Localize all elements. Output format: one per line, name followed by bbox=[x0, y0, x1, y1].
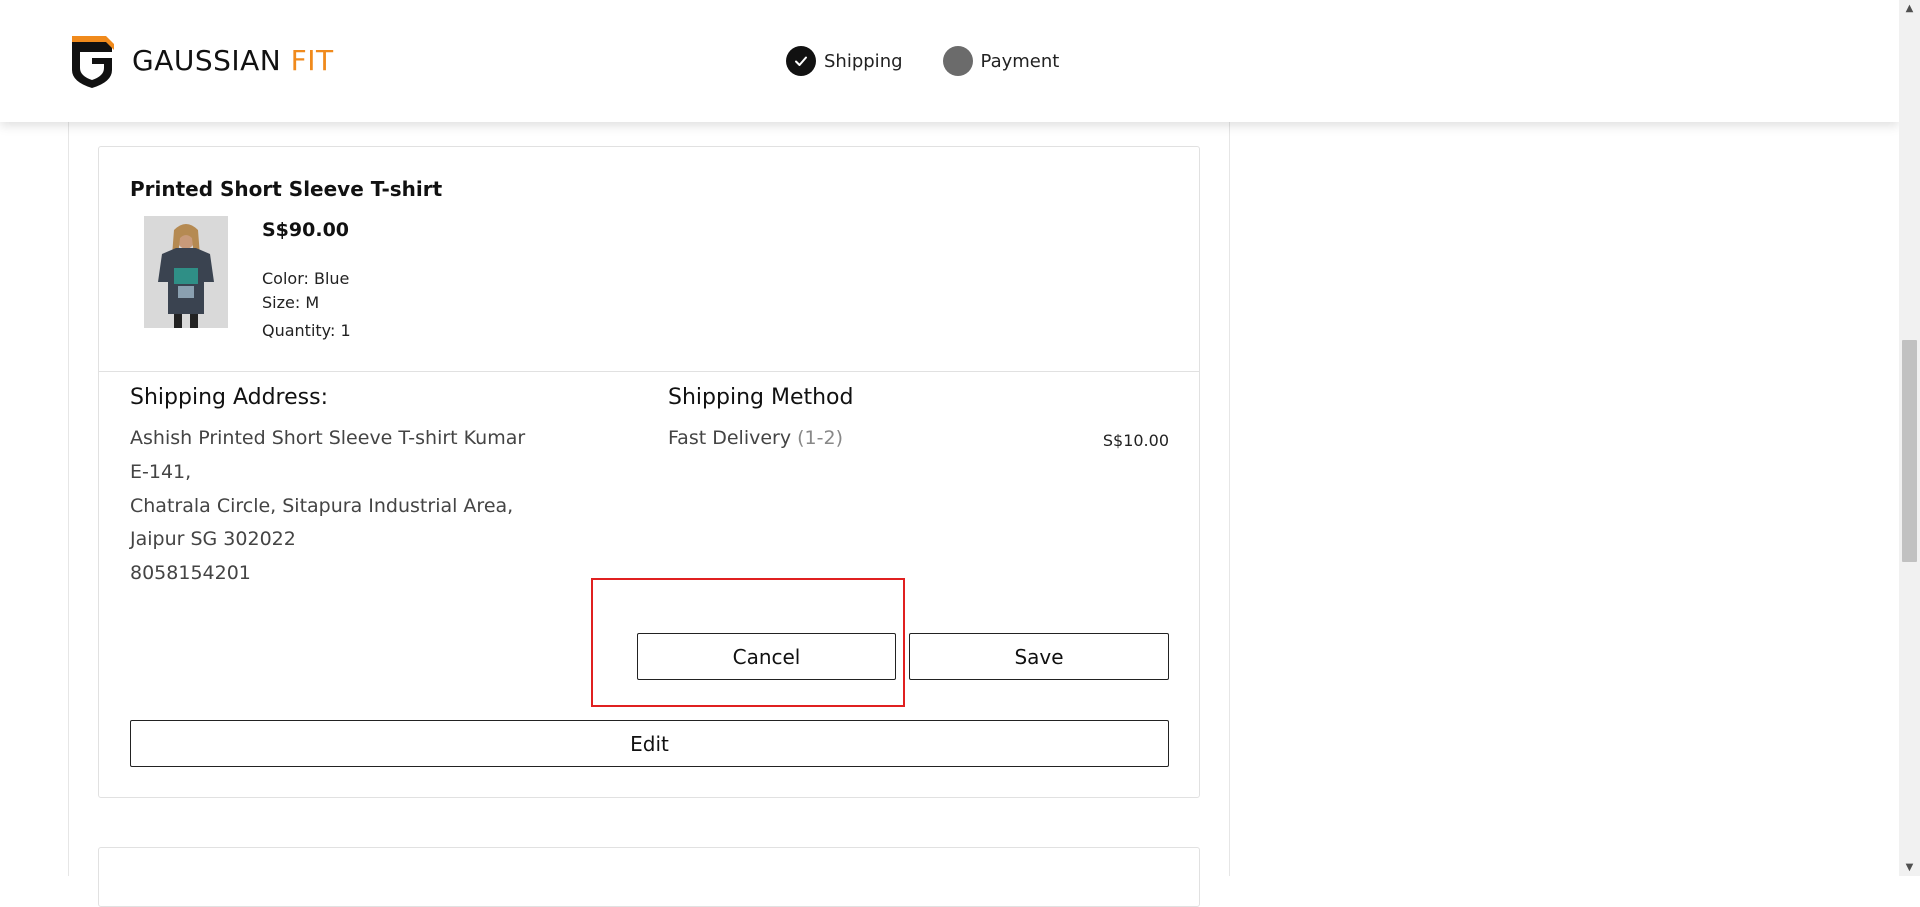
checkout-steps: Shipping Payment bbox=[786, 46, 1099, 76]
shipping-method-days: (1-2) bbox=[797, 427, 843, 449]
step-payment-label: Payment bbox=[980, 50, 1060, 72]
step-shipping[interactable]: Shipping bbox=[786, 46, 903, 76]
save-button[interactable]: Save bbox=[909, 633, 1169, 680]
product-price: S$90.00 bbox=[262, 219, 350, 241]
gaussian-fit-logo-icon bbox=[72, 36, 114, 88]
product-color: Color: Blue bbox=[262, 269, 350, 288]
tshirt-product-image bbox=[144, 216, 228, 328]
scroll-up-icon[interactable]: ▲ bbox=[1899, 0, 1920, 17]
edit-button[interactable]: Edit bbox=[130, 720, 1169, 767]
address-phone: 8058154201 bbox=[130, 562, 251, 584]
shipping-method-name: Fast Delivery bbox=[668, 427, 798, 449]
address-line: E-141, bbox=[130, 461, 192, 483]
product-title: Printed Short Sleeve T-shirt bbox=[130, 177, 443, 201]
brand-name: GAUSSIAN FIT bbox=[132, 44, 334, 77]
shipping-method-heading: Shipping Method bbox=[668, 385, 854, 410]
brand-logo[interactable]: GAUSSIAN FIT bbox=[66, 34, 334, 88]
check-icon bbox=[786, 46, 816, 76]
shipping-address-heading: Shipping Address: bbox=[130, 385, 328, 410]
page-scrollbar[interactable]: ▲ ▼ bbox=[1899, 0, 1920, 876]
scrollbar-thumb[interactable] bbox=[1902, 340, 1917, 562]
brand-name-accent: FIT bbox=[290, 44, 334, 77]
order-item-card: Printed Short Sleeve T-shirt S$90.00 Col… bbox=[98, 146, 1200, 798]
shipping-method-price: S$10.00 bbox=[1102, 431, 1169, 450]
address-line: Chatrala Circle, Sitapura Industrial Are… bbox=[130, 495, 514, 517]
shipping-method-option[interactable]: Fast Delivery (1-2) bbox=[668, 427, 843, 449]
card-divider bbox=[99, 371, 1199, 372]
circle-icon bbox=[942, 46, 973, 76]
product-size: Size: M bbox=[262, 293, 320, 312]
next-card bbox=[98, 847, 1200, 907]
cancel-button[interactable]: Cancel bbox=[637, 633, 896, 680]
product-quantity: Quantity: 1 bbox=[262, 321, 351, 340]
step-payment[interactable]: Payment bbox=[942, 46, 1060, 76]
address-line: Jaipur SG 302022 bbox=[130, 528, 296, 550]
address-line: Ashish Printed Short Sleeve T-shirt Kuma… bbox=[130, 427, 526, 449]
scroll-down-icon[interactable]: ▼ bbox=[1899, 859, 1920, 876]
site-header: GAUSSIAN FIT Shipping Payment bbox=[0, 0, 1899, 122]
step-shipping-label: Shipping bbox=[824, 50, 903, 72]
